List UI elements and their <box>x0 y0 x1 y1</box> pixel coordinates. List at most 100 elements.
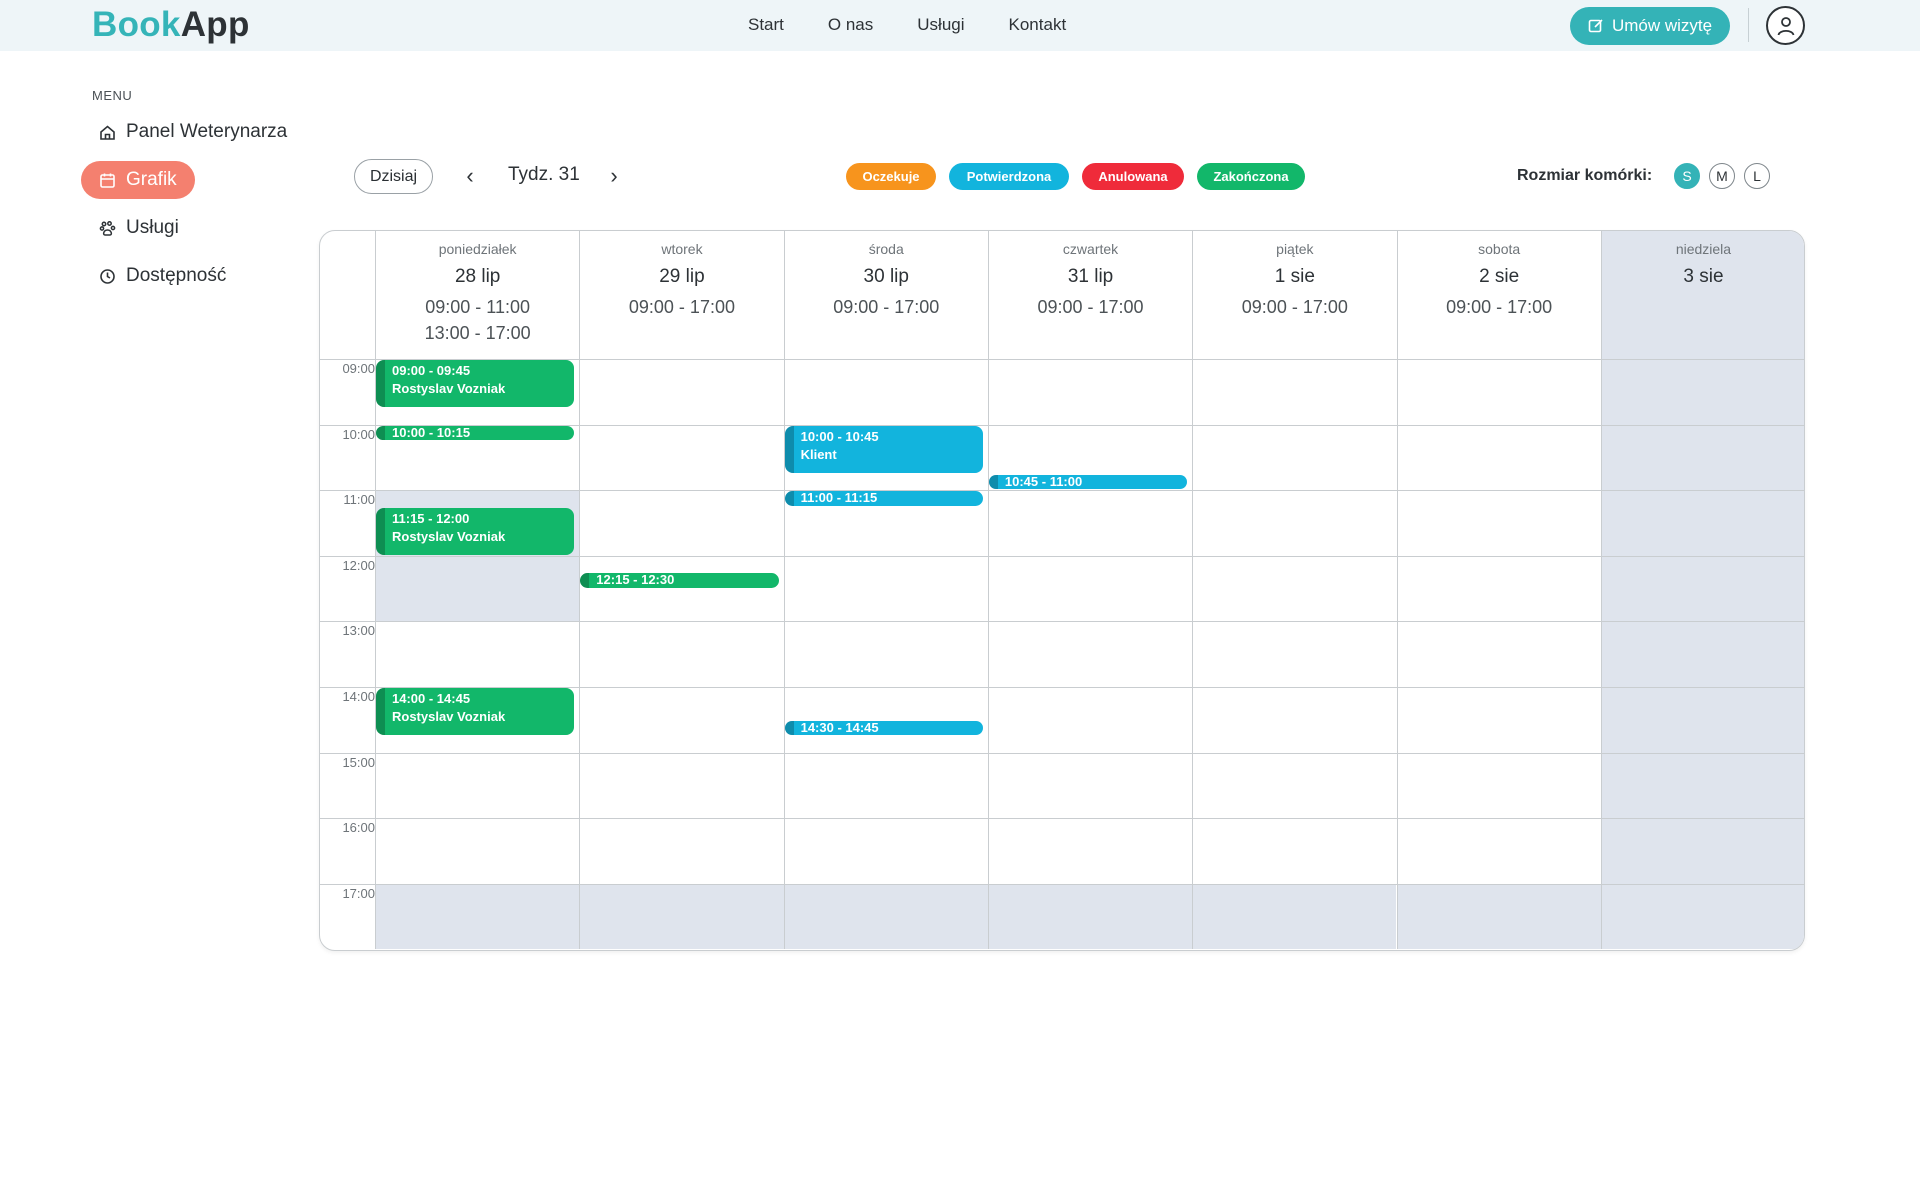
cell-size-label: Rozmiar komórki: <box>1517 167 1653 184</box>
legend-badge-cancelled: Anulowana <box>1082 163 1184 190</box>
working-hours-range: 09:00 - 17:00 <box>1241 297 1348 317</box>
unavailable-slot <box>1600 359 1804 950</box>
sidebar-item-label: Dostępność <box>126 265 227 286</box>
cell-size-s-button[interactable]: S <box>1674 163 1700 189</box>
unavailable-slot <box>1396 883 1601 950</box>
working-hours-range: 09:00 - 11:00 <box>425 297 531 317</box>
book-appointment-button[interactable]: Umów wizytę <box>1570 7 1730 45</box>
day-name: wtorek <box>661 241 703 257</box>
day-date: 3 sie <box>1683 266 1724 287</box>
day-header: czwartek 31 lip 09:00 - 17:00 <box>987 231 1192 359</box>
appointment-block[interactable]: 09:00 - 09:45 Rostyslav Vozniak <box>376 360 575 408</box>
appointment-block[interactable]: 14:30 - 14:45 <box>784 720 983 736</box>
hour-label: 15:00 <box>342 754 375 770</box>
working-hours: 09:00 - 17:00 <box>1193 294 1396 320</box>
unavailable-slot <box>783 883 988 950</box>
appointment-block[interactable]: 11:15 - 12:00 Rostyslav Vozniak <box>376 507 575 555</box>
nav-link-uslugi[interactable]: Usługi <box>917 15 964 35</box>
day-name: poniedziałek <box>438 241 517 257</box>
day-gridline <box>987 231 989 950</box>
appointment-time: 14:00 - 14:45 <box>392 691 471 706</box>
day-gridline <box>783 231 785 950</box>
edit-icon <box>1588 19 1603 33</box>
appointment-block[interactable]: 12:15 - 12:30 <box>580 573 779 588</box>
day-date: 31 lip <box>1067 266 1114 287</box>
chevron-left-icon: ‹ <box>466 163 474 188</box>
working-hours-range: 09:00 - 17:00 <box>833 297 940 317</box>
cell-size-l-button[interactable]: L <box>1744 163 1770 189</box>
day-name: piątek <box>1276 241 1314 257</box>
appointment-time: 12:15 - 12:30 <box>596 573 675 588</box>
unavailable-slot <box>579 883 784 950</box>
sidebar-item-dostepnosc[interactable]: Dostępność <box>81 257 244 295</box>
day-gridline <box>1192 231 1194 950</box>
unavailable-slot <box>987 883 1193 950</box>
working-hours: 09:00 - 17:00 <box>1398 294 1601 320</box>
day-name: środa <box>868 241 904 257</box>
working-hours: 09:00 - 17:00 <box>785 294 988 320</box>
cell-size-m-button[interactable]: M <box>1709 163 1735 189</box>
appointment-time: 10:00 - 10:45 <box>800 428 879 444</box>
hour-label: 10:00 <box>342 426 375 442</box>
logo-part-book: Book <box>92 5 181 44</box>
today-button[interactable]: Dzisiaj <box>354 159 433 194</box>
header-divider <box>1748 8 1749 42</box>
day-header: piątek 1 sie 09:00 - 17:00 <box>1192 231 1396 359</box>
chevron-right-icon: › <box>610 163 618 188</box>
logo-part-app: App <box>180 5 250 44</box>
day-name: sobota <box>1478 241 1521 257</box>
hour-gridline <box>320 621 1804 623</box>
working-hours: 09:00 - 11:00 13:00 - 17:00 <box>376 294 579 346</box>
clock-icon <box>100 268 115 284</box>
top-nav: Start O nas Usługi Kontakt <box>748 15 1066 35</box>
appointment-time: 10:00 - 10:15 <box>392 425 471 440</box>
appointment-time: 09:00 - 09:45 <box>392 363 471 378</box>
hour-gridline <box>320 883 1804 885</box>
appointment-block[interactable]: 10:45 - 11:00 <box>988 474 1188 490</box>
next-week-button[interactable]: › <box>603 163 625 189</box>
nav-link-kontakt[interactable]: Kontakt <box>1009 15 1067 35</box>
logo[interactable]: BookApp <box>92 5 250 45</box>
nav-link-o-nas[interactable]: O nas <box>828 15 873 35</box>
hour-label: 14:00 <box>342 689 375 704</box>
appointment-client: Rostyslav Vozniak <box>392 528 506 544</box>
day-header: wtorek 29 lip 09:00 - 17:00 <box>579 231 783 359</box>
appointment-block[interactable]: 14:00 - 14:45 Rostyslav Vozniak <box>376 688 575 736</box>
sidebar-item-uslugi[interactable]: Usługi <box>81 209 197 247</box>
nav-link-start[interactable]: Start <box>748 15 784 35</box>
appointment-time: 11:00 - 11:15 <box>800 491 878 506</box>
day-header: poniedziałek 28 lip 09:00 - 11:00 13:00 - 1… <box>375 231 579 359</box>
hour-label: 09:00 <box>342 361 375 376</box>
working-hours: 09:00 - 17:00 <box>580 294 783 320</box>
appointment-time: 10:45 - 11:00 <box>1004 474 1083 489</box>
user-avatar-button[interactable] <box>1766 6 1805 45</box>
prev-week-button[interactable]: ‹ <box>459 163 481 189</box>
sidebar-item-label: Grafik <box>126 169 177 190</box>
working-hours: 09:00 - 17:00 <box>989 294 1192 320</box>
calendar-icon <box>100 173 115 188</box>
legend-badge-pending: Oczekuje <box>846 163 936 190</box>
day-date: 1 sie <box>1274 266 1315 287</box>
working-hours-range: 09:00 - 17:00 <box>1037 297 1144 317</box>
hour-gridline <box>320 752 1804 754</box>
day-gridline <box>1600 231 1602 950</box>
appointment-time: 14:30 - 14:45 <box>800 720 879 735</box>
appointment-block[interactable]: 10:00 - 10:15 <box>376 425 575 440</box>
appointment-block[interactable]: 11:00 - 11:15 <box>784 491 983 506</box>
hour-gridline <box>320 818 1804 820</box>
appointment-block[interactable]: 10:00 - 10:45 Klient <box>784 425 983 473</box>
home-icon <box>100 124 115 140</box>
day-name: czwartek <box>1062 241 1119 257</box>
day-name: niedziela <box>1675 241 1732 257</box>
working-hours-range: 09:00 - 17:00 <box>1446 297 1553 317</box>
hour-label: 11:00 <box>343 492 375 508</box>
appointment-client: Klient <box>800 446 837 462</box>
day-date: 2 sie <box>1479 266 1520 287</box>
legend-badge-confirmed: Potwierdzona <box>949 163 1069 190</box>
day-date: 30 lip <box>863 266 909 287</box>
day-header: sobota 2 sie 09:00 - 17:00 <box>1396 231 1601 359</box>
sidebar-item-panel-weterynarza[interactable]: Panel Weterynarza <box>81 113 305 151</box>
working-hours-range: 13:00 - 17:00 <box>424 323 531 343</box>
hour-label: 16:00 <box>342 820 375 836</box>
sidebar-item-grafik[interactable]: Grafik <box>81 161 195 199</box>
